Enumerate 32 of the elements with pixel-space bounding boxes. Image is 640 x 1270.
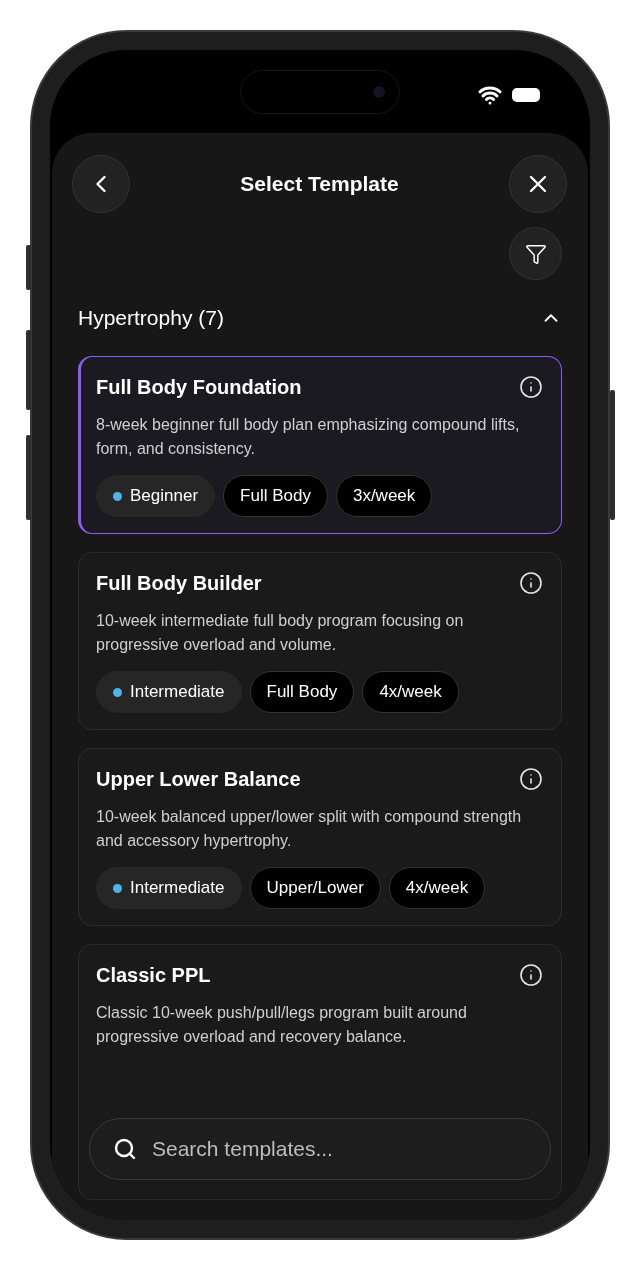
- filter-icon: [524, 242, 547, 265]
- info-icon[interactable]: [519, 767, 543, 791]
- info-icon[interactable]: [519, 963, 543, 987]
- tag: Full Body: [223, 475, 328, 517]
- template-title: Full Body Builder: [96, 571, 262, 595]
- template-card[interactable]: Upper Lower Balance 10-week balanced upper/lower split with compound strength and accessory hypertrophy. Intermediate Upper/Lower 4x/week: [78, 748, 562, 926]
- screen-title: Select Template: [240, 172, 399, 196]
- info-icon[interactable]: [519, 571, 543, 595]
- search-field[interactable]: Search templates...: [89, 1118, 551, 1180]
- template-description: 8-week beginner full body plan emphasizing compound lifts, form, and consistency.: [96, 415, 521, 459]
- search-icon: [113, 1137, 137, 1161]
- section-title: Hypertrophy (7): [78, 306, 224, 330]
- template-card[interactable]: Full Body Builder 10-week intermediate full body program focusing on progressive overload and volume. Intermediate Full Body 4x/week: [78, 552, 562, 730]
- level-label: Intermediate: [130, 878, 225, 898]
- template-description: 10-week balanced upper/lower split with compound strength and accessory hypertrophy.: [96, 807, 523, 851]
- template-description: Classic 10-week push/pull/legs program built around progressive overload and recovery balance.: [96, 1003, 468, 1047]
- info-icon[interactable]: [519, 375, 543, 399]
- tag: Upper/Lower: [249, 867, 381, 909]
- template-description: 10-week intermediate full body program focusing on progressive overload and volume.: [96, 611, 465, 655]
- tag: 4x/week: [362, 671, 459, 713]
- tag: 3x/week: [335, 475, 433, 517]
- battery-icon: [512, 88, 540, 102]
- template-title: Upper Lower Balance: [96, 767, 301, 791]
- tag: 4x/week: [388, 867, 486, 909]
- template-title: Full Body Foundation: [96, 375, 302, 399]
- filter-button[interactable]: [509, 227, 562, 280]
- level-label: Beginner: [130, 486, 199, 506]
- tag: Full Body: [249, 671, 355, 713]
- camera-icon: [373, 86, 385, 98]
- template-title: Classic PPL: [96, 963, 211, 987]
- level-label: Intermediate: [130, 682, 225, 702]
- template-card[interactable]: Full Body Foundation 8-week beginner full body plan emphasizing compound lifts, form, and consistency. Beginner Full Body 3x/week: [78, 356, 562, 534]
